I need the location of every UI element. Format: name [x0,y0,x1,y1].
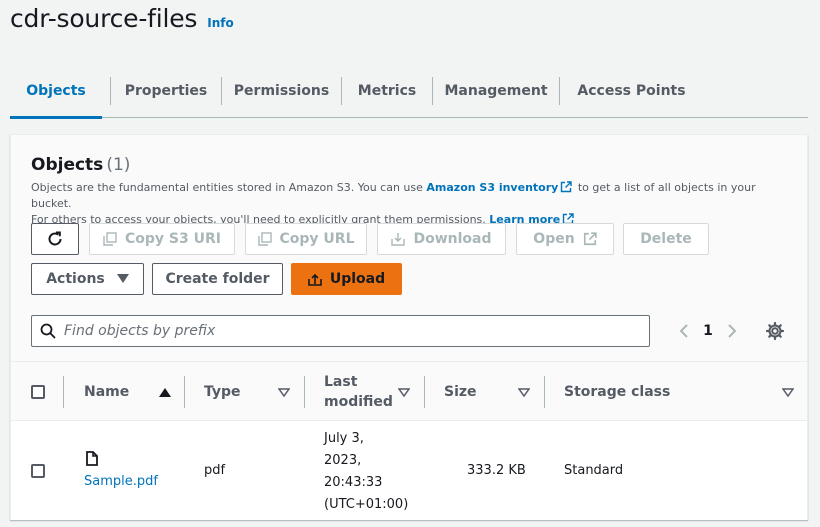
column-name[interactable]: Name [84,362,129,422]
actions-label: Actions [46,271,105,287]
previous-page-button[interactable] [671,323,697,339]
last-modified-line: July 3, [324,431,364,446]
objects-panel: Objects (1) Objects are the fundamental e… [10,134,808,520]
column-storage-class[interactable]: Storage class [564,362,670,422]
external-link-icon [583,232,597,246]
create-folder-label: Create folder [165,271,270,287]
column-divider [184,376,185,408]
table-header: Name Type Last modified Size Storage cla… [11,361,807,421]
row-checkbox[interactable] [31,464,45,478]
copy-icon [257,232,272,246]
column-type[interactable]: Type [204,362,241,422]
chevron-right-icon [728,324,737,338]
create-folder-button[interactable]: Create folder [152,263,283,295]
file-size: 333.2 KB [467,463,526,478]
current-page[interactable]: 1 [697,323,719,339]
s3-inventory-link[interactable]: Amazon S3 inventory [426,181,558,194]
refresh-icon [48,231,62,246]
storage-class-value: Standard [564,463,624,478]
pagination: 1 [671,315,745,347]
search-field[interactable] [31,315,650,347]
description-text: Objects are the fundamental entities sto… [31,181,423,194]
tab-permissions[interactable]: Permissions [222,64,341,118]
copy-url-button[interactable]: Copy URL [245,223,367,255]
objects-count: (1) [106,155,131,175]
column-divider [304,376,305,408]
last-modified-value: July 3, 2023, 20:43:33 (UTC+01:00) [324,428,408,516]
objects-panel-header: Objects (1) Objects are the fundamental e… [11,135,807,361]
file-type: pdf [204,463,226,478]
next-page-button[interactable] [719,323,745,339]
column-last-modified-line: modified [324,394,393,410]
sort-up-icon[interactable] [159,388,171,398]
sort-down-icon[interactable] [782,388,794,398]
refresh-button[interactable] [31,223,79,255]
caret-down-icon [116,274,129,283]
delete-label: Delete [640,231,692,247]
objects-heading-label: Objects [31,155,104,175]
page-header: cdr-source-files Info [10,4,234,33]
column-divider [544,376,545,408]
upload-label: Upload [329,271,386,287]
column-divider [424,376,425,408]
preferences-button[interactable] [765,321,785,345]
external-link-icon [561,181,573,193]
download-button[interactable]: Download [377,223,506,255]
tab-properties[interactable]: Properties [111,64,221,118]
last-modified-line: (UTC+01:00) [324,497,409,512]
file-icon [86,451,98,466]
column-last-modified-line: Last [324,374,358,390]
download-icon [391,233,406,246]
tab-objects[interactable]: Objects [10,64,102,119]
objects-heading: Objects (1) [31,155,130,175]
download-label: Download [413,231,492,247]
sort-down-icon[interactable] [518,388,530,398]
info-link[interactable]: Info [207,16,233,30]
copy-s3-uri-label: Copy S3 URI [125,231,221,247]
upload-button[interactable]: Upload [291,263,402,295]
copy-s3-uri-button[interactable]: Copy S3 URI [89,223,235,255]
last-modified-line: 20:43:33 [324,475,383,490]
delete-button[interactable]: Delete [623,223,709,255]
column-divider [63,376,64,408]
column-size[interactable]: Size [444,362,477,422]
open-button[interactable]: Open [516,223,614,255]
copy-url-label: Copy URL [279,231,355,247]
page-title: cdr-source-files [10,4,198,33]
actions-dropdown[interactable]: Actions [31,263,144,295]
objects-description: Objects are the fundamental entities sto… [31,180,791,228]
last-modified-line: 2023, [324,453,362,468]
tab-management[interactable]: Management [433,64,559,118]
tab-bar: Objects Properties Permissions Metrics M… [10,64,808,119]
tab-metrics[interactable]: Metrics [342,64,432,118]
column-last-modified[interactable]: Last modified [324,362,393,422]
open-label: Open [533,231,575,247]
sort-down-icon[interactable] [398,388,410,398]
sort-down-icon[interactable] [278,388,290,398]
tab-access-points[interactable]: Access Points [560,64,703,118]
select-all-checkbox[interactable] [31,385,45,399]
gear-icon [765,321,785,341]
copy-icon [103,232,117,246]
table-row: Sample.pdf pdf July 3, 2023, 20:43:33 (U… [11,422,807,520]
file-name-link[interactable]: Sample.pdf [84,474,158,489]
search-input[interactable] [64,323,624,339]
search-icon [40,323,56,339]
upload-icon [308,273,322,286]
chevron-left-icon [679,324,688,338]
